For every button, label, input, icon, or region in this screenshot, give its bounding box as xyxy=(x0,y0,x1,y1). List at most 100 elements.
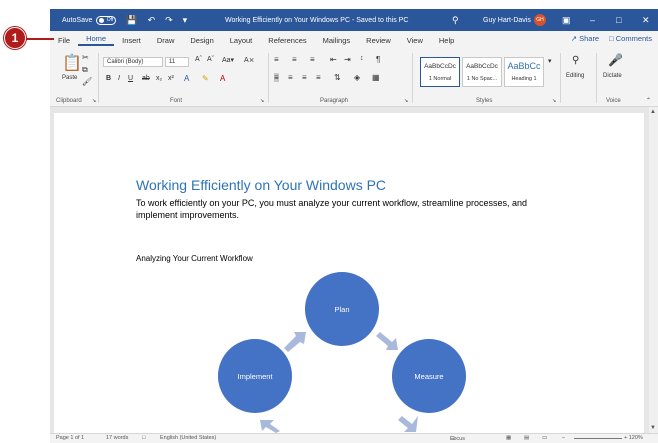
borders-icon[interactable]: ▦ xyxy=(372,73,380,82)
tab-file[interactable]: File xyxy=(50,36,78,45)
paste-icon[interactable]: 📋 xyxy=(62,53,82,73)
web-layout-icon[interactable]: ▭ xyxy=(542,435,547,441)
share-button[interactable]: ↗ Share xyxy=(571,34,599,43)
tab-mailings[interactable]: Mailings xyxy=(315,36,359,45)
multilevel-list-icon[interactable]: ≡ xyxy=(310,55,315,64)
autosave-control[interactable]: AutoSave Off xyxy=(62,15,117,25)
style-no-spacing[interactable]: AaBbCcDc 1 No Spac... xyxy=(462,57,502,87)
document-body[interactable]: To work efficiently on your PC, you must… xyxy=(136,197,576,221)
page-count[interactable]: Page 1 of 1 xyxy=(56,435,84,441)
read-mode-icon[interactable]: ▦ xyxy=(506,435,511,441)
styles-more-icon[interactable]: ▾ xyxy=(548,57,552,65)
text-effects-icon[interactable]: A xyxy=(184,74,189,83)
close-icon[interactable]: ✕ xyxy=(642,15,650,26)
tab-review[interactable]: Review xyxy=(358,36,399,45)
vertical-scrollbar[interactable]: ▲ ▼ xyxy=(649,107,658,433)
undo-icon[interactable]: ↶ xyxy=(148,15,156,26)
bullets-icon[interactable]: ≡ xyxy=(274,55,279,64)
user-name[interactable]: Guy Hart-Davis xyxy=(483,17,531,24)
redo-icon[interactable]: ↷ xyxy=(165,15,173,26)
strikethrough-icon[interactable]: ab xyxy=(142,75,150,82)
zoom-level[interactable]: + 120% xyxy=(624,435,643,441)
cut-icon[interactable]: ✂ xyxy=(82,53,89,62)
align-center-icon[interactable]: ≡ xyxy=(288,73,293,82)
style-sample: AaBbCcDc xyxy=(424,63,456,70)
tab-home[interactable]: Home xyxy=(78,34,115,46)
paragraph-group-label: Paragraph xyxy=(320,98,349,104)
clear-formatting-icon[interactable]: A⨯ xyxy=(244,56,255,64)
copy-icon[interactable]: ⧉ xyxy=(82,65,88,75)
superscript-icon[interactable]: x² xyxy=(168,75,174,82)
decrease-indent-icon[interactable]: ⇤ xyxy=(330,55,337,64)
sort-icon[interactable]: ↕ xyxy=(360,55,364,62)
collapse-ribbon-icon[interactable]: ⌃ xyxy=(646,97,651,104)
ribbon-display-icon[interactable]: ▣ xyxy=(562,15,571,26)
microphone-icon[interactable]: 🎤 xyxy=(608,53,623,67)
font-size-box[interactable]: 11 xyxy=(165,57,189,67)
tab-insert[interactable]: Insert xyxy=(114,36,149,45)
subscript-icon[interactable]: x₂ xyxy=(156,75,162,82)
maximize-icon[interactable]: □ xyxy=(616,15,621,25)
scroll-up-icon[interactable]: ▲ xyxy=(650,109,656,115)
cycle-arrow-icon xyxy=(376,332,398,350)
find-icon[interactable]: ⚲ xyxy=(572,55,579,66)
format-painter-icon[interactable]: 🖌 xyxy=(82,77,92,86)
language-status[interactable]: English (United States) xyxy=(160,435,216,441)
clipboard-group-label: Clipboard xyxy=(56,98,82,104)
shading-icon[interactable]: ◈ xyxy=(354,73,360,82)
font-color-icon[interactable]: A xyxy=(220,74,225,83)
cycle-node-measure[interactable]: Measure xyxy=(392,339,466,413)
cycle-node-implement[interactable]: Implement xyxy=(218,339,292,413)
print-layout-icon[interactable]: ▤ xyxy=(524,435,529,441)
highlight-icon[interactable]: ✎ xyxy=(202,74,209,83)
save-icon[interactable]: 💾 xyxy=(126,15,137,26)
styles-launcher-icon[interactable]: ↘ xyxy=(552,98,556,104)
shrink-font-icon[interactable]: Aˇ xyxy=(207,56,214,63)
justify-icon[interactable]: ≡ xyxy=(316,73,321,82)
word-count[interactable]: 17 words xyxy=(106,435,128,441)
document-area: ▲ ▼ xyxy=(50,107,658,443)
change-case-icon[interactable]: Aa▾ xyxy=(222,56,234,64)
tab-view[interactable]: View xyxy=(399,36,431,45)
align-left-icon[interactable]: ≡ xyxy=(274,73,279,82)
cycle-arrow-icon xyxy=(398,416,418,432)
document-subheading[interactable]: Analyzing Your Current Workflow xyxy=(136,254,253,263)
clipboard-launcher-icon[interactable]: ↘ xyxy=(92,98,96,104)
font-launcher-icon[interactable]: ↘ xyxy=(260,98,264,104)
tab-layout[interactable]: Layout xyxy=(222,36,261,45)
tab-references[interactable]: References xyxy=(260,36,314,45)
paste-label[interactable]: Paste xyxy=(62,75,77,81)
font-group-label: Font xyxy=(170,98,183,104)
zoom-slider[interactable] xyxy=(574,438,622,439)
comments-button[interactable]: □ Comments xyxy=(609,34,652,43)
style-normal[interactable]: AaBbCcDc 1 Normal xyxy=(420,57,460,87)
autosave-toggle[interactable]: Off xyxy=(96,15,117,25)
grow-font-icon[interactable]: Aˆ xyxy=(195,56,202,63)
align-right-icon[interactable]: ≡ xyxy=(302,73,307,82)
minimize-icon[interactable]: – xyxy=(590,15,595,25)
zoom-out-icon[interactable]: – xyxy=(562,435,565,441)
tab-help[interactable]: Help xyxy=(431,36,462,45)
tab-design[interactable]: Design xyxy=(182,36,221,45)
numbering-icon[interactable]: ≡ xyxy=(292,55,297,64)
search-icon[interactable]: ⚲ xyxy=(452,15,459,26)
line-spacing-icon[interactable]: ⇅ xyxy=(334,73,341,82)
underline-icon[interactable]: U xyxy=(128,75,133,82)
bold-icon[interactable]: B xyxy=(106,75,111,82)
cycle-node-plan[interactable]: Plan xyxy=(305,272,379,346)
paragraph-launcher-icon[interactable]: ↘ xyxy=(404,98,408,104)
customize-qat-icon[interactable]: ▾ xyxy=(183,15,188,26)
document-heading[interactable]: Working Efficiently on Your Windows PC xyxy=(136,177,386,193)
avatar[interactable]: GH xyxy=(534,14,546,26)
font-family-box[interactable]: Calibri (Body) xyxy=(103,57,163,67)
style-heading-1[interactable]: AaBbCc Heading 1 xyxy=(504,57,544,87)
scroll-down-icon[interactable]: ▼ xyxy=(650,425,656,431)
italic-icon[interactable]: I xyxy=(118,75,120,82)
focus-label: Focus xyxy=(450,436,465,442)
tab-draw[interactable]: Draw xyxy=(149,36,183,45)
show-formatting-icon[interactable]: ¶ xyxy=(376,55,380,64)
dictate-label[interactable]: Dictate xyxy=(603,73,622,79)
increase-indent-icon[interactable]: ⇥ xyxy=(344,55,351,64)
editing-label[interactable]: Editing xyxy=(566,73,584,79)
proofing-icon[interactable]: □ xyxy=(142,435,145,441)
